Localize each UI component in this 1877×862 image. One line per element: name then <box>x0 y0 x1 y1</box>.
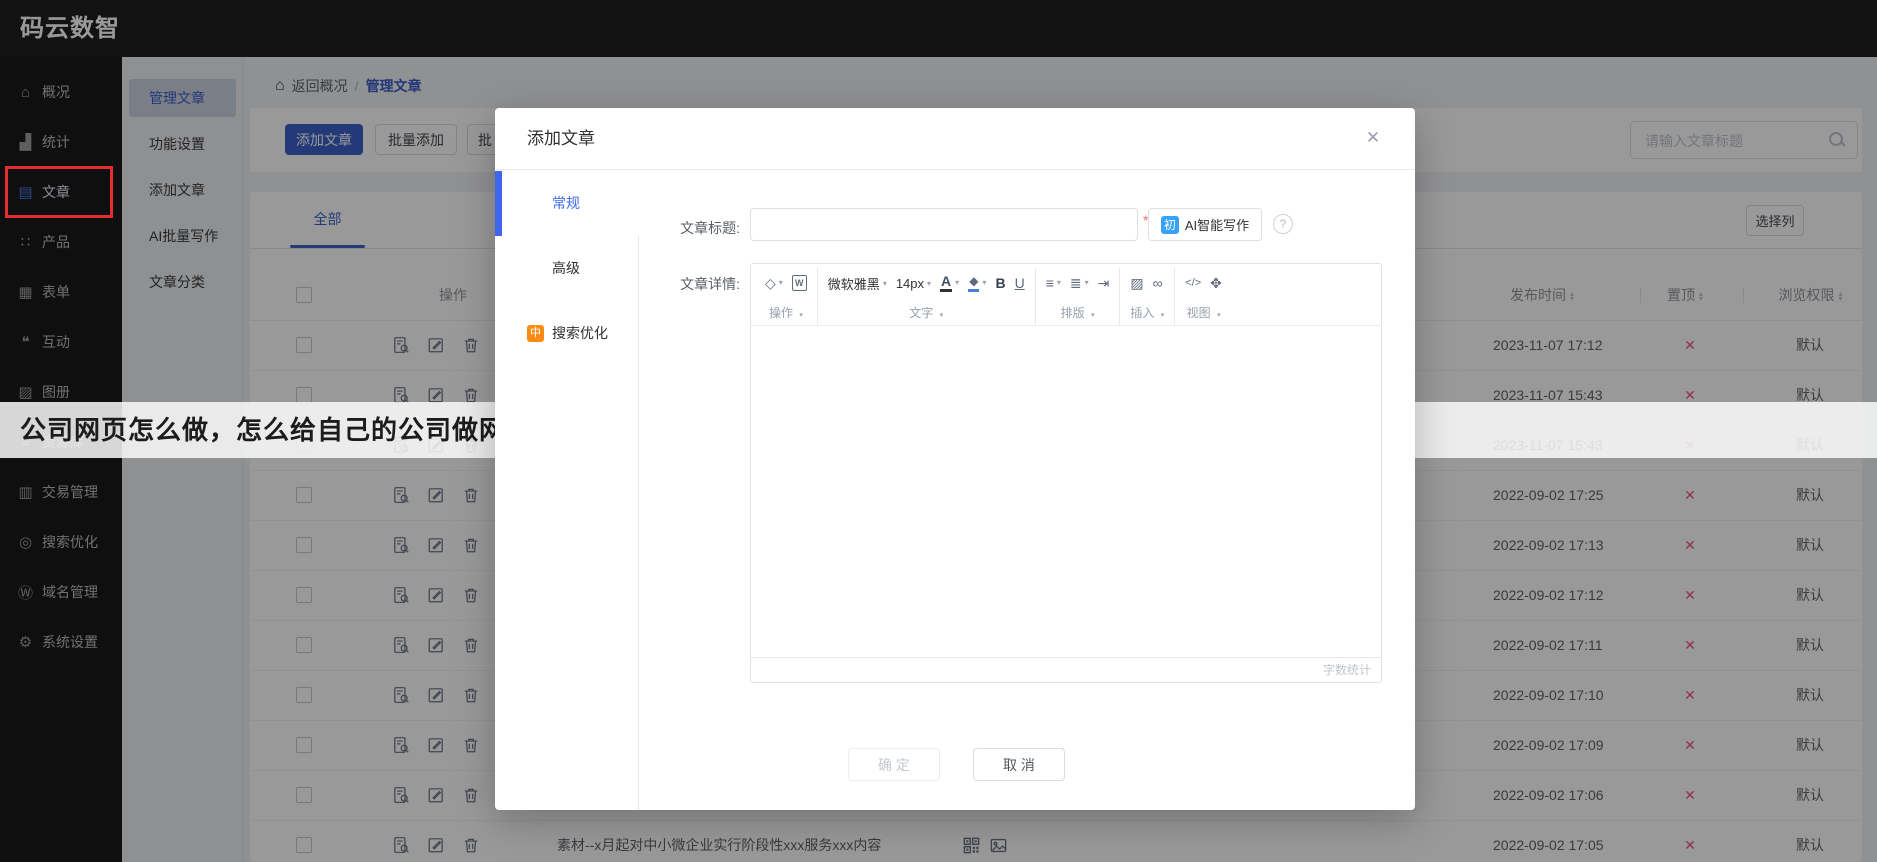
align-icon[interactable]: ≡▾ <box>1046 274 1061 292</box>
insert-image-icon[interactable]: ▨ <box>1130 274 1143 292</box>
rich-text-editor: ◇▾ W 操作 ▾ 微软雅黑▾ 14px▾ A▾ ◆▾ B U 文字 ▾ <box>750 263 1382 683</box>
toolbar-group-layout: ≡▾ ≣▾ ⇥ 排版 ▾ <box>1035 268 1120 325</box>
highlight-color-icon[interactable]: ◆▾ <box>968 274 986 292</box>
toolbar-group-text: 微软雅黑▾ 14px▾ A▾ ◆▾ B U 文字 ▾ <box>817 268 1035 325</box>
group-label-layout[interactable]: 排版 ▾ <box>1046 304 1110 321</box>
insert-link-icon[interactable]: ∞ <box>1153 274 1163 292</box>
ai-badge-icon: 初 <box>1161 216 1179 234</box>
word-import-icon[interactable]: W <box>792 275 807 291</box>
ai-writing-button[interactable]: 初 AI智能写作 <box>1148 208 1262 241</box>
dialog-title: 添加文章 <box>527 108 595 170</box>
article-title-input[interactable] <box>750 208 1138 241</box>
editor-toolbar: ◇▾ W 操作 ▾ 微软雅黑▾ 14px▾ A▾ ◆▾ B U 文字 ▾ <box>751 264 1381 326</box>
indent-icon[interactable]: ⇥ <box>1098 274 1110 292</box>
bold-icon[interactable]: B <box>995 274 1005 292</box>
font-family-select[interactable]: 微软雅黑▾ <box>828 274 887 293</box>
source-code-icon[interactable]: </> <box>1185 274 1201 292</box>
confirm-button[interactable]: 确 定 <box>848 748 940 781</box>
fullscreen-icon[interactable]: ✥ <box>1210 274 1222 292</box>
tab-column-divider <box>638 236 639 810</box>
dialog-header: 添加文章 ✕ <box>495 108 1415 170</box>
group-label-text[interactable]: 文字 ▾ <box>828 304 1025 321</box>
dialog-tab-general[interactable]: 常规 <box>495 171 638 236</box>
group-label-view[interactable]: 视图 ▾ <box>1185 304 1222 321</box>
close-icon[interactable]: ✕ <box>1361 126 1385 150</box>
toolbar-group-operate: ◇▾ W 操作 ▾ <box>755 268 817 325</box>
article-detail-label: 文章详情: <box>655 274 740 294</box>
group-label-operate[interactable]: 操作 ▾ <box>765 304 807 321</box>
add-article-dialog: 添加文章 ✕ 常规 高级 中 搜索优化 文章标题: * 初 AI智能写作 ? 文… <box>495 108 1415 810</box>
help-icon[interactable]: ? <box>1273 214 1293 234</box>
dialog-tab-advanced[interactable]: 高级 <box>495 236 638 301</box>
cancel-button[interactable]: 取 消 <box>973 748 1065 781</box>
app-root: 码云数智 ⌂ 概况 ▟ 统计 ▤ 文章 ∷ 产品 ▦ 表单 ❝ 互动 ▨ 图册 … <box>0 0 1877 862</box>
font-size-select[interactable]: 14px▾ <box>896 276 931 291</box>
editor-content-area[interactable] <box>751 326 1381 658</box>
underline-icon[interactable]: U <box>1015 274 1025 292</box>
toolbar-group-view: </> ✥ 视图 ▾ <box>1174 268 1232 325</box>
group-label-insert[interactable]: 插入 ▾ <box>1130 304 1164 321</box>
article-title-label: 文章标题: <box>655 218 740 238</box>
seo-badge-icon: 中 <box>527 325 544 342</box>
line-height-icon[interactable]: ≣▾ <box>1070 274 1089 292</box>
eraser-icon[interactable]: ◇▾ <box>765 274 783 292</box>
editor-status-bar: 字数统计 <box>751 657 1381 682</box>
word-count-label[interactable]: 字数统计 <box>1323 658 1371 682</box>
dialog-tab-seo[interactable]: 中 搜索优化 <box>495 301 638 366</box>
font-color-icon[interactable]: A▾ <box>940 274 959 292</box>
toolbar-group-insert: ▨ ∞ 插入 ▾ <box>1119 268 1174 325</box>
